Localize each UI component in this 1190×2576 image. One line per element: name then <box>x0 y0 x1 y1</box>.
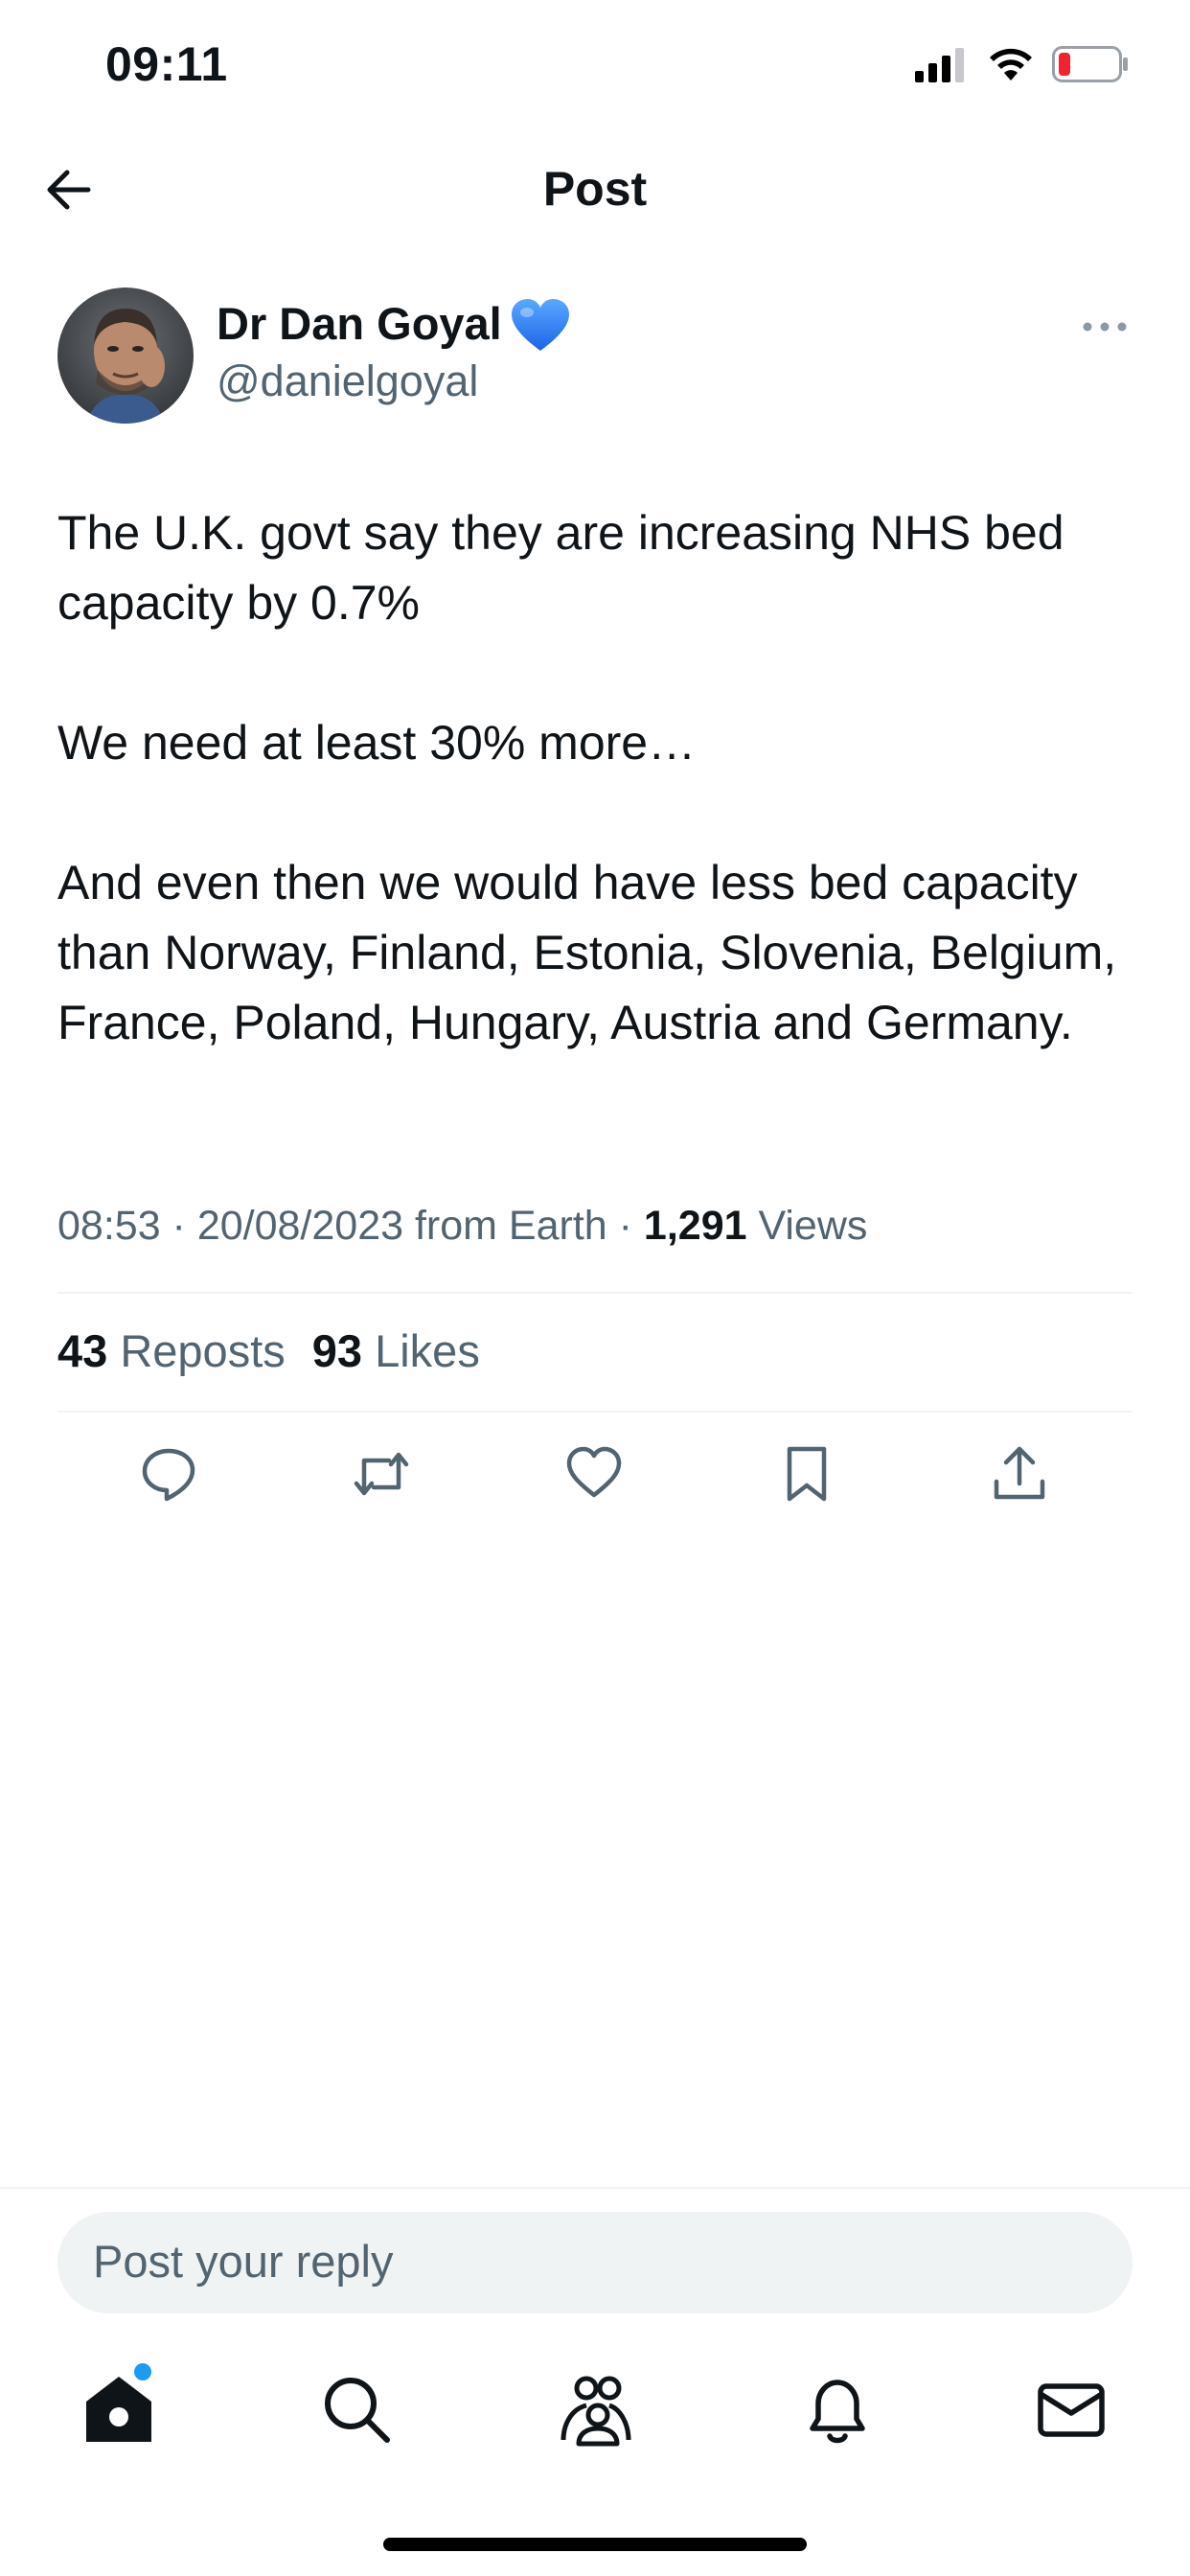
tab-communities[interactable] <box>558 2371 634 2448</box>
divider <box>57 1292 1133 1294</box>
tab-home[interactable] <box>80 2371 157 2448</box>
likes-label: Likes <box>362 1325 480 1376</box>
reply-button[interactable] <box>138 1443 199 1505</box>
communities-icon <box>561 2376 631 2447</box>
divider <box>57 1411 1133 1413</box>
post-paragraph: The U.K. govt say they are increasing NH… <box>57 506 1064 630</box>
more-icon <box>1083 322 1127 332</box>
post-paragraph: We need at least 30% more… <box>57 716 697 770</box>
home-icon <box>86 2377 151 2442</box>
status-time: 09:11 <box>105 37 228 91</box>
page-title: Post <box>542 162 648 216</box>
repost-icon <box>354 1452 409 1496</box>
more-options-button[interactable] <box>1081 314 1129 339</box>
post-paragraph: And even then we would have less bed cap… <box>57 856 1117 1049</box>
views-count: 1,291 <box>643 1203 747 1249</box>
share-button[interactable] <box>989 1443 1050 1505</box>
tab-messages[interactable] <box>1033 2371 1110 2448</box>
bookmark-icon <box>787 1446 827 1502</box>
reposts-stat[interactable]: 43 Reposts <box>57 1325 286 1376</box>
likes-stat[interactable]: 93 Likes <box>312 1325 480 1376</box>
reply-placeholder: Post your reply <box>93 2236 394 2287</box>
blue-heart-icon <box>512 299 569 351</box>
home-indicator <box>383 2538 807 2551</box>
avatar[interactable] <box>57 288 194 424</box>
wifi-icon <box>990 48 1032 80</box>
reposts-label: Reposts <box>107 1325 286 1376</box>
post-stats: 43 Reposts 93 Likes <box>57 1324 480 1377</box>
home-notification-dot <box>134 2363 151 2380</box>
divider <box>0 2187 1190 2189</box>
battery-icon <box>1052 46 1128 82</box>
bookmark-button[interactable] <box>776 1443 837 1505</box>
share-icon <box>994 1446 1045 1500</box>
messages-icon <box>1038 2383 1105 2437</box>
repost-button[interactable] <box>351 1443 412 1505</box>
tab-search[interactable] <box>318 2371 395 2448</box>
reposts-count: 43 <box>57 1325 108 1376</box>
reply-icon <box>142 1448 195 1502</box>
signal-icon <box>915 48 964 82</box>
tab-notifications[interactable] <box>799 2371 876 2448</box>
likes-count: 93 <box>311 1325 363 1376</box>
author-handle[interactable]: @danielgoyal <box>217 356 478 406</box>
views-label[interactable]: Views <box>747 1203 867 1249</box>
search-icon <box>325 2378 390 2443</box>
like-button[interactable] <box>563 1443 625 1505</box>
post-timestamp: 08:53 · 20/08/2023 from Earth · <box>57 1203 644 1249</box>
like-icon <box>566 1446 622 1498</box>
notifications-icon <box>810 2380 865 2444</box>
author-name[interactable]: Dr Dan Goyal <box>217 297 502 350</box>
post-text: The U.K. govt say they are increasing NH… <box>57 498 1140 1058</box>
post-meta: 08:53 · 20/08/2023 from Earth · 1,291 Vi… <box>57 1203 867 1250</box>
